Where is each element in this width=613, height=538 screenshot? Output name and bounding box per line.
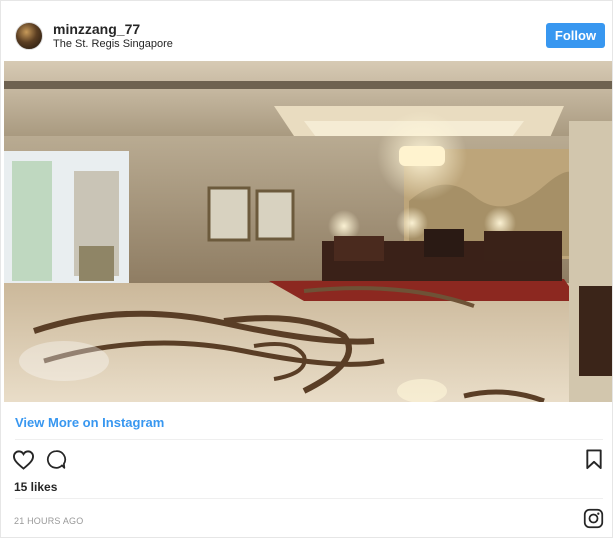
heart-icon[interactable] bbox=[12, 449, 35, 470]
location[interactable]: The St. Regis Singapore bbox=[53, 38, 173, 50]
timestamp: 21 HOURS AGO bbox=[14, 516, 84, 526]
follow-button[interactable]: Follow bbox=[546, 23, 605, 48]
divider bbox=[15, 439, 603, 440]
divider bbox=[15, 498, 603, 499]
likes-count[interactable]: 15 likes bbox=[14, 480, 57, 494]
instagram-icon[interactable] bbox=[583, 508, 604, 529]
avatar[interactable] bbox=[15, 22, 43, 50]
lobby-photo-illustration bbox=[4, 61, 612, 402]
view-more-link[interactable]: View More on Instagram bbox=[15, 415, 164, 430]
comment-icon[interactable] bbox=[45, 449, 67, 470]
bookmark-icon[interactable] bbox=[585, 449, 603, 470]
post-photo[interactable] bbox=[4, 61, 612, 402]
post-header: minzzang_77 The St. Regis Singapore Foll… bbox=[1, 1, 612, 63]
instagram-embed-card: minzzang_77 The St. Regis Singapore Foll… bbox=[0, 0, 613, 538]
username[interactable]: minzzang_77 bbox=[53, 21, 140, 37]
